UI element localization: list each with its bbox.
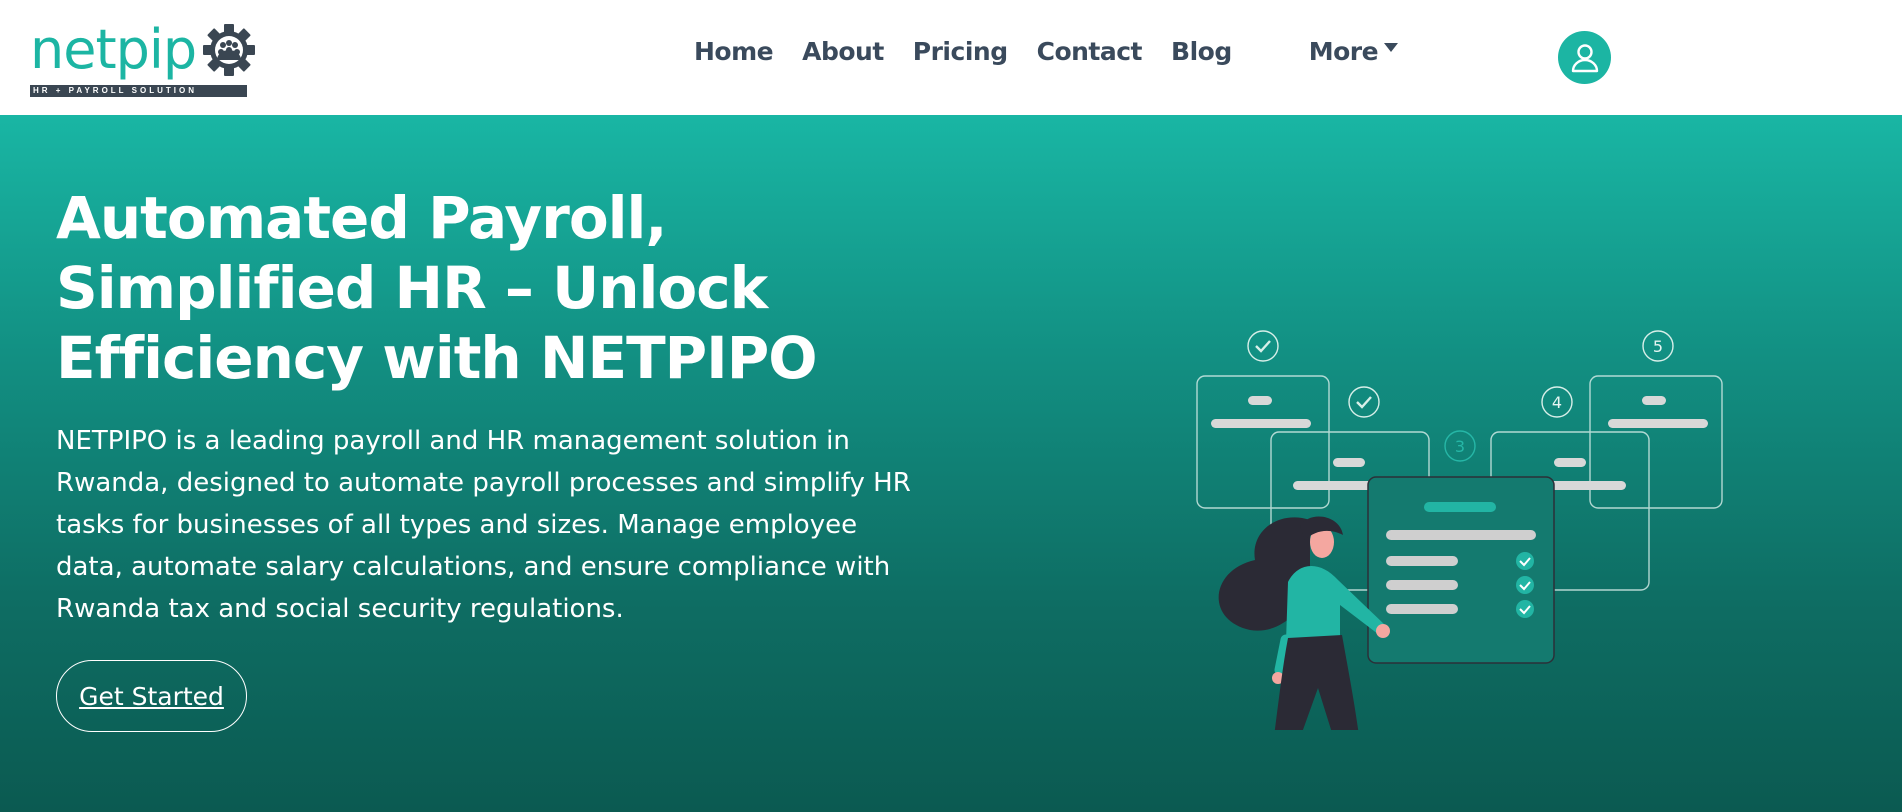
checkbox-check-icon [1516, 552, 1534, 618]
step-3-label: 3 [1455, 437, 1465, 456]
step-5-label: 5 [1653, 337, 1663, 356]
payroll-checklist-illustration: 3 4 5 [1196, 330, 1723, 730]
hero-section: Automated Payroll, Simplified HR – Unloc… [0, 115, 1902, 812]
nav-blog[interactable]: Blog [1171, 37, 1232, 66]
nav-more-label: More [1308, 37, 1379, 66]
main-nav: Home About Pricing Contact Blog More [694, 37, 1427, 66]
site-header: netpip HR + PAYROLL SOLUTION Home About … [0, 0, 1902, 115]
caret-down-icon [1384, 43, 1399, 52]
nav-contact[interactable]: Contact [1037, 37, 1143, 66]
user-icon [1571, 43, 1598, 72]
nav-pricing[interactable]: Pricing [913, 37, 1008, 66]
logo-wordmark: netpip [30, 18, 197, 81]
gear-logo-icon [203, 24, 255, 76]
hero-description: NETPIPO is a leading payroll and HR mana… [56, 426, 911, 624]
step-4-label: 4 [1552, 393, 1562, 412]
get-started-button[interactable]: Get Started [56, 660, 247, 732]
nav-home[interactable]: Home [694, 37, 774, 66]
nav-about[interactable]: About [802, 37, 884, 66]
hero-title: Automated Payroll, Simplified HR – Unloc… [56, 184, 818, 392]
logo[interactable]: netpip HR + PAYROLL SOLUTION [30, 18, 255, 99]
nav-more-dropdown[interactable]: More [1308, 37, 1399, 66]
logo-tagline: HR + PAYROLL SOLUTION [30, 85, 247, 97]
user-account-button[interactable] [1558, 31, 1611, 84]
